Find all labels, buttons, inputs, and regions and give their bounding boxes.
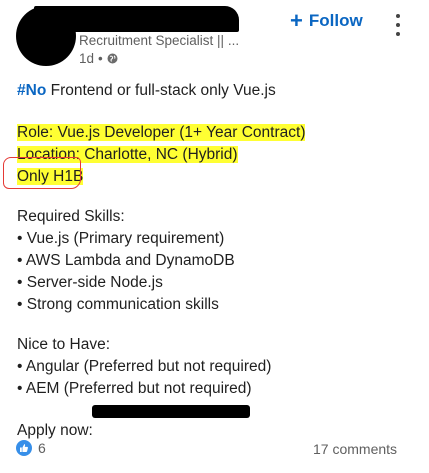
list-item: • AWS Lambda and DynamoDB xyxy=(17,252,235,269)
apply-link-redacted[interactable] xyxy=(92,405,250,418)
nice-heading: Nice to Have: xyxy=(17,336,111,353)
list-item: • Server-side Node.js xyxy=(17,274,163,291)
post-line-intro: #No Frontend or full-stack only Vue.js xyxy=(17,80,276,102)
plus-icon: + xyxy=(290,8,303,33)
apply-label: Apply now: xyxy=(17,422,93,439)
comments-link[interactable]: 17 comments xyxy=(313,441,397,457)
like-icon xyxy=(16,440,32,456)
more-options-icon[interactable] xyxy=(392,14,404,36)
list-item: • AEM (Preferred but not required) xyxy=(17,380,252,397)
list-item: • Strong communication skills xyxy=(17,296,219,313)
required-heading: Required Skills: xyxy=(17,208,125,225)
list-item: • Angular (Preferred but not required) xyxy=(17,358,272,375)
reaction-count: 6 xyxy=(38,440,46,456)
hashtag-link[interactable]: #No xyxy=(17,82,46,99)
intro-text: Frontend or full-stack only Vue.js xyxy=(46,82,276,99)
meta-separator: • xyxy=(98,51,103,66)
post-meta: 1d • xyxy=(79,51,118,66)
post-time: 1d xyxy=(79,51,95,66)
reactions-count[interactable]: 6 xyxy=(16,440,46,456)
role-line: Role: Vue.js Developer (1+ Year Contract… xyxy=(17,122,306,144)
globe-icon xyxy=(107,53,118,64)
annotation-circle xyxy=(3,157,81,189)
author-name-redacted[interactable] xyxy=(34,6,239,32)
role-text: Role: Vue.js Developer (1+ Year Contract… xyxy=(17,124,306,141)
follow-label: Follow xyxy=(308,11,363,30)
follow-button[interactable]: + Follow xyxy=(290,10,363,32)
list-item: • Vue.js (Primary requirement) xyxy=(17,230,225,247)
author-subtitle: Recruitment Specialist || ... xyxy=(79,33,240,48)
